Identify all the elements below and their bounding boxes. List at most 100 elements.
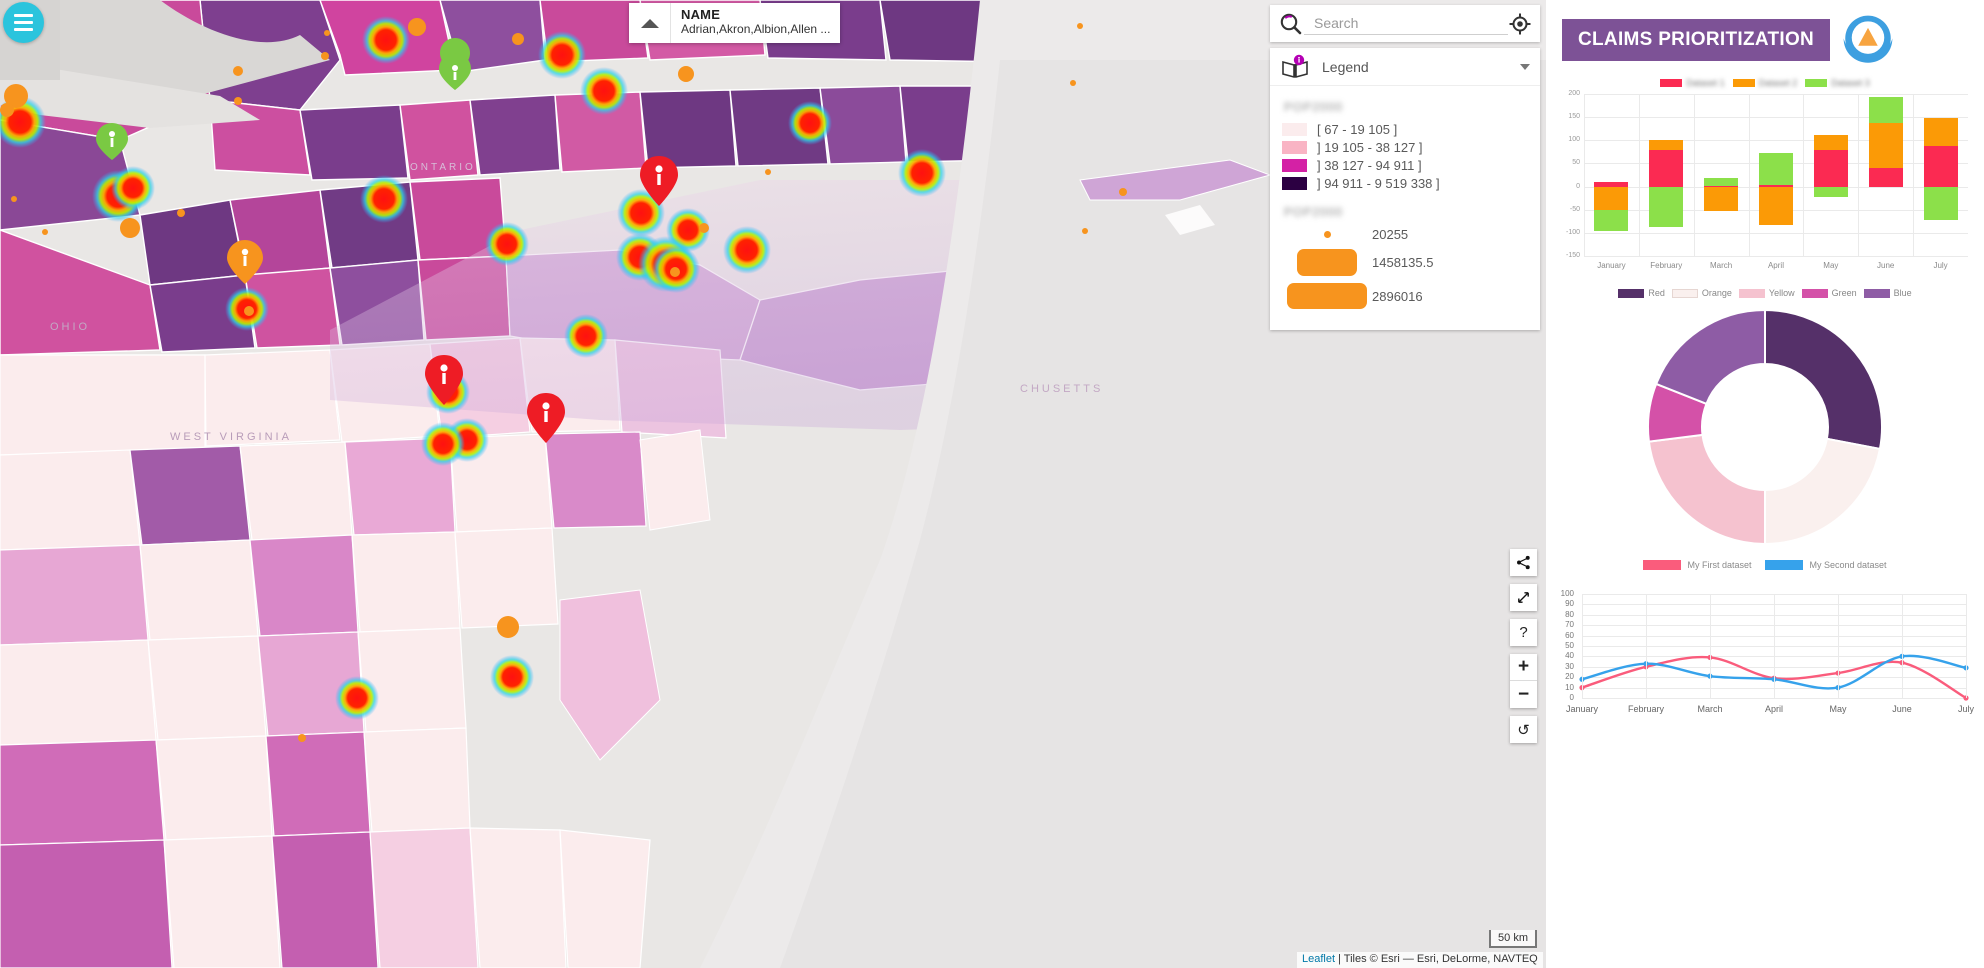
svg-text:ONTARIO: ONTARIO <box>410 162 476 173</box>
legend-choropleth-field-label: POP2000 <box>1284 100 1344 114</box>
bar-segment[interactable] <box>1813 134 1848 150</box>
donut-legend-item[interactable]: Orange <box>1671 288 1732 298</box>
popup-collapse-button[interactable] <box>629 3 671 43</box>
bar-vertical-gridline <box>1858 94 1860 256</box>
donut-chart-legend[interactable]: Red Orange Yellow Green Blue <box>1556 288 1974 298</box>
bar-vertical-gridline <box>1693 94 1695 256</box>
legend-choropleth-row[interactable]: [ 67 - 19 105 ] <box>1282 122 1528 137</box>
bar-legend-item[interactable]: Dataset 3 <box>1805 78 1870 88</box>
line-x-tick-label: February <box>1627 704 1664 714</box>
legend-proportional-row[interactable]: 20255 <box>1282 227 1528 242</box>
zoom-in-button[interactable]: + <box>1510 654 1537 681</box>
search-input[interactable] <box>1304 12 1508 35</box>
help-button[interactable]: ? <box>1510 619 1537 646</box>
donut-legend-item[interactable]: Yellow <box>1738 288 1795 298</box>
zoom-out-button[interactable]: − <box>1510 681 1537 708</box>
legend-body: POP2000 [ 67 - 19 105 ] ] 19 105 - 38 127… <box>1270 86 1540 330</box>
bar-segment[interactable] <box>1923 118 1958 146</box>
map-controls[interactable]: ? + − ↺ <box>1510 549 1537 751</box>
bar-legend-item[interactable]: Dataset 1 <box>1660 78 1725 88</box>
donut-slice[interactable] <box>1654 308 1766 406</box>
bar-segment[interactable] <box>1704 178 1739 186</box>
bar-chart-legend[interactable]: Dataset 1 Dataset 2 Dataset 3 <box>1556 74 1974 88</box>
brand-row: CLAIMS PRIORITIZATION <box>1546 0 1984 66</box>
donut-holder[interactable] <box>1556 302 1974 552</box>
feature-name-popup[interactable]: NAME Adrian,Akron,Albion,Allen ... <box>629 3 841 43</box>
bar-segment[interactable] <box>1868 168 1903 187</box>
donut-svg[interactable] <box>1640 302 1890 552</box>
donut-legend-label: Yellow <box>1768 288 1795 298</box>
line-x-tick-label: June <box>1892 704 1912 714</box>
share-button[interactable] <box>1510 549 1537 576</box>
map-attribution: Leaflet | Tiles © Esri — Esri, DeLorme, … <box>1297 952 1543 968</box>
crosshair-locate-icon[interactable] <box>1508 12 1532 36</box>
legend-proportional-row[interactable]: 1458135.5 <box>1282 249 1528 276</box>
zoom-control[interactable]: + − <box>1510 654 1537 708</box>
legend-card[interactable]: Legend POP2000 [ 67 - 19 105 ] ] 19 105 -… <box>1270 48 1540 330</box>
donut-legend-swatch <box>1801 288 1828 298</box>
legend-choropleth-row[interactable]: ] 19 105 - 38 127 ] <box>1282 140 1528 155</box>
donut-legend-item[interactable]: Red <box>1618 288 1665 298</box>
hamburger-menu-icon[interactable] <box>3 2 44 43</box>
bar-vertical-gridline <box>1913 94 1915 256</box>
bar-segment[interactable] <box>1758 186 1793 225</box>
legend-proportional-row[interactable]: 2896016 <box>1282 283 1528 309</box>
bar-segment[interactable] <box>1868 123 1903 169</box>
reset-view-button[interactable]: ↺ <box>1510 716 1537 743</box>
line-vertical-gridline <box>1902 594 1903 698</box>
line-series-svg <box>1579 653 1969 701</box>
map-pane[interactable]: WEST VIRGINIA CHUSETTS OHIO ONTARIO NAME… <box>0 0 1546 968</box>
line-x-tick-label: May <box>1829 704 1847 714</box>
donut-legend-swatch <box>1671 288 1698 298</box>
bar-segment[interactable] <box>1813 149 1848 187</box>
legend-choropleth-row[interactable]: ] 38 127 - 94 911 ] <box>1282 158 1528 173</box>
page-title: CLAIMS PRIORITIZATION <box>1562 19 1831 61</box>
donut-legend-label: Blue <box>1893 288 1912 298</box>
bar-segment[interactable] <box>1813 186 1848 197</box>
donut-legend-swatch <box>1738 288 1765 298</box>
donut-legend-item[interactable]: Blue <box>1863 288 1912 298</box>
bar-y-tick-label: -50 <box>1569 205 1580 213</box>
legend-range-label: [ 67 - 19 105 ] <box>1317 122 1398 137</box>
line-legend-label: My Second dataset <box>1809 560 1887 570</box>
line-legend-item[interactable]: My Second dataset <box>1765 560 1887 570</box>
minus-icon: − <box>1517 683 1530 705</box>
line-chart-legend[interactable]: My First dataset My Second dataset <box>1556 560 1974 570</box>
bar-segment[interactable] <box>1649 150 1684 187</box>
bar-segment[interactable] <box>1758 153 1793 185</box>
bar-segment[interactable] <box>1923 186 1958 220</box>
bar-segment[interactable] <box>1923 145 1958 187</box>
donut-slice[interactable] <box>1647 433 1766 546</box>
bar-segment[interactable] <box>1868 96 1903 124</box>
bar-x-tick-label: July <box>1933 261 1948 270</box>
bar-chart-plot[interactable]: 200 150 100 50 0 -50 -100 -150 January February Ma… <box>1556 88 1974 278</box>
bar-y-tick-label: 200 <box>1568 90 1580 97</box>
line-x-tick-label: July <box>1957 704 1974 714</box>
bar-legend-item[interactable]: Dataset 2 <box>1732 78 1797 88</box>
bar-legend-swatch <box>1660 79 1683 87</box>
bar-segment[interactable] <box>1594 186 1629 210</box>
search-card[interactable] <box>1270 5 1540 42</box>
donut-slice[interactable] <box>1764 437 1882 546</box>
bar-segment[interactable] <box>1594 209 1629 231</box>
line-vertical-gridline <box>1582 594 1583 698</box>
chevron-down-icon[interactable] <box>1520 63 1530 70</box>
line-chart: My First dataset My Second dataset 0 10 20 3… <box>1556 560 1974 738</box>
bar-x-tick-label: February <box>1650 261 1683 270</box>
legend-size-value: 1458135.5 <box>1372 255 1434 270</box>
donut-slice[interactable] <box>1764 308 1883 451</box>
legend-header[interactable]: Legend <box>1270 48 1540 86</box>
line-vertical-gridline <box>1838 594 1839 698</box>
fullscreen-button[interactable] <box>1510 584 1537 611</box>
line-legend-item[interactable]: My First dataset <box>1643 560 1751 570</box>
donut-legend-item[interactable]: Green <box>1801 288 1857 298</box>
legend-choropleth-row[interactable]: ] 94 911 - 9 519 338 ] <box>1282 176 1528 191</box>
search-icon[interactable] <box>1278 11 1304 37</box>
bar-segment[interactable] <box>1649 186 1684 228</box>
bar-segment[interactable] <box>1649 140 1684 151</box>
bar-segment[interactable] <box>1704 186 1739 211</box>
leaflet-link[interactable]: Leaflet <box>1302 953 1335 965</box>
line-chart-plot[interactable]: 0 10 20 30 40 50 60 70 80 90 100 January February Mar… <box>1556 588 1974 738</box>
scale-bar: 50 km <box>1489 930 1537 948</box>
popup-body: NAME Adrian,Akron,Albion,Allen ... <box>671 3 841 43</box>
